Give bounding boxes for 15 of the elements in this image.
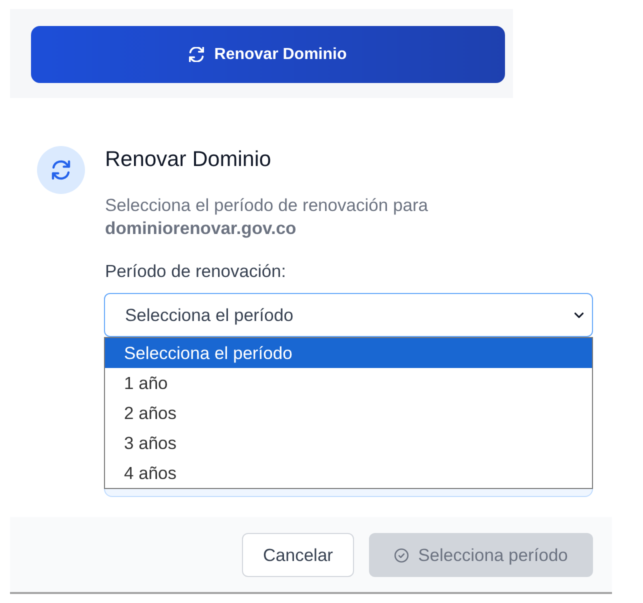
- refresh-icon: [189, 47, 204, 62]
- dropdown-option[interactable]: 1 año: [105, 368, 592, 398]
- dropdown-option[interactable]: 3 años: [105, 428, 592, 458]
- check-circle-icon: [394, 548, 410, 562]
- chevron-down-icon: [574, 312, 584, 318]
- period-select[interactable]: Selecciona el período: [104, 293, 593, 337]
- dialog-title: Renovar Dominio: [105, 146, 272, 172]
- cancel-button[interactable]: Cancelar: [242, 533, 354, 577]
- dropdown-option[interactable]: Selecciona el período: [105, 338, 592, 368]
- dropdown-option[interactable]: 4 años: [105, 458, 592, 488]
- refresh-icon: [37, 146, 85, 194]
- field-label: Período de renovación:: [105, 260, 286, 282]
- renew-domain-button[interactable]: Renovar Dominio: [31, 26, 505, 83]
- dropdown-option[interactable]: 2 años: [105, 398, 592, 428]
- dialog-description: Selecciona el período de renovación para dominiorenovar.gov.co: [105, 194, 428, 240]
